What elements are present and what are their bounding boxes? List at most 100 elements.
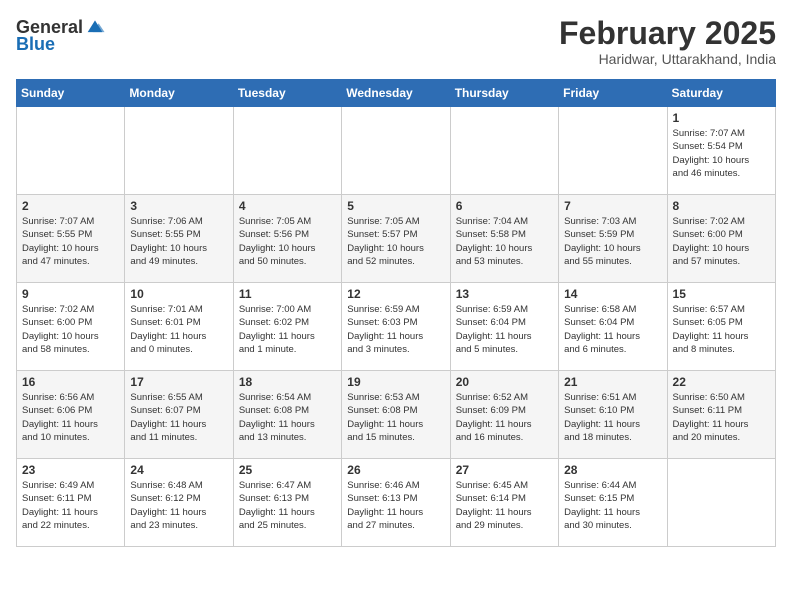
table-row [125,107,233,195]
day-number: 19 [347,375,444,389]
day-number: 4 [239,199,336,213]
table-row [17,107,125,195]
day-number: 22 [673,375,770,389]
table-row: 28 Sunrise: 6:44 AM Sunset: 6:15 PM Dayli… [559,459,667,547]
calendar-body: 1Sunrise: 7:07 AM Sunset: 5:54 PM Daylig… [17,107,776,547]
day-number: 13 [456,287,553,301]
table-row: 17 Sunrise: 6:55 AM Sunset: 6:07 PM Dayli… [125,371,233,459]
month-title: February 2025 [559,16,776,51]
day-info: Sunrise: 7:05 AM Sunset: 5:57 PM Dayligh… [347,215,444,268]
day-info: Sunrise: 6:59 AM Sunset: 6:04 PM Dayligh… [456,303,553,356]
header-wednesday: Wednesday [342,80,450,107]
table-row: 10 Sunrise: 7:01 AM Sunset: 6:01 PM Dayli… [125,283,233,371]
table-row: 21Sunrise: 6:51 AM Sunset: 6:10 PM Dayli… [559,371,667,459]
day-info: Sunrise: 7:02 AM Sunset: 6:00 PM Dayligh… [22,303,119,356]
day-info: Sunrise: 6:56 AM Sunset: 6:06 PM Dayligh… [22,391,119,444]
day-info: Sunrise: 6:58 AM Sunset: 6:04 PM Dayligh… [564,303,661,356]
day-number: 17 [130,375,227,389]
table-row: 27 Sunrise: 6:45 AM Sunset: 6:14 PM Dayli… [450,459,558,547]
day-info: Sunrise: 6:47 AM Sunset: 6:13 PM Dayligh… [239,479,336,532]
table-row [342,107,450,195]
table-row: 24 Sunrise: 6:48 AM Sunset: 6:12 PM Dayli… [125,459,233,547]
page-header: General Blue February 2025 Haridwar, Utt… [16,16,776,67]
day-info: Sunrise: 6:54 AM Sunset: 6:08 PM Dayligh… [239,391,336,444]
day-number: 20 [456,375,553,389]
day-number: 11 [239,287,336,301]
day-info: Sunrise: 7:02 AM Sunset: 6:00 PM Dayligh… [673,215,770,268]
day-number: 14 [564,287,661,301]
header-saturday: Saturday [667,80,775,107]
day-info: Sunrise: 6:59 AM Sunset: 6:03 PM Dayligh… [347,303,444,356]
day-number: 8 [673,199,770,213]
day-number: 9 [22,287,119,301]
day-number: 12 [347,287,444,301]
table-row: 5 Sunrise: 7:05 AM Sunset: 5:57 PM Daylig… [342,195,450,283]
table-row: 25 Sunrise: 6:47 AM Sunset: 6:13 PM Dayli… [233,459,341,547]
table-row: 22 Sunrise: 6:50 AM Sunset: 6:11 PM Dayli… [667,371,775,459]
day-info: Sunrise: 6:44 AM Sunset: 6:15 PM Dayligh… [564,479,661,532]
table-row [667,459,775,547]
table-row: 9 Sunrise: 7:02 AM Sunset: 6:00 PM Daylig… [17,283,125,371]
day-number: 2 [22,199,119,213]
table-row: 14 Sunrise: 6:58 AM Sunset: 6:04 PM Dayli… [559,283,667,371]
day-number: 6 [456,199,553,213]
day-info: Sunrise: 7:03 AM Sunset: 5:59 PM Dayligh… [564,215,661,268]
logo: General Blue [16,16,106,55]
day-number: 10 [130,287,227,301]
day-number: 16 [22,375,119,389]
day-number: 7 [564,199,661,213]
table-row: 6 Sunrise: 7:04 AM Sunset: 5:58 PM Daylig… [450,195,558,283]
logo-icon [84,16,106,38]
table-row: 3 Sunrise: 7:06 AM Sunset: 5:55 PM Daylig… [125,195,233,283]
day-number: 24 [130,463,227,477]
day-info: Sunrise: 7:06 AM Sunset: 5:55 PM Dayligh… [130,215,227,268]
day-info: Sunrise: 6:45 AM Sunset: 6:14 PM Dayligh… [456,479,553,532]
table-row: 26 Sunrise: 6:46 AM Sunset: 6:13 PM Dayli… [342,459,450,547]
day-info: Sunrise: 7:04 AM Sunset: 5:58 PM Dayligh… [456,215,553,268]
day-number: 27 [456,463,553,477]
table-row: 18Sunrise: 6:54 AM Sunset: 6:08 PM Dayli… [233,371,341,459]
day-number: 23 [22,463,119,477]
day-info: Sunrise: 6:49 AM Sunset: 6:11 PM Dayligh… [22,479,119,532]
header-sunday: Sunday [17,80,125,107]
table-row: 11 Sunrise: 7:00 AM Sunset: 6:02 PM Dayli… [233,283,341,371]
day-info: Sunrise: 7:01 AM Sunset: 6:01 PM Dayligh… [130,303,227,356]
table-row: 4Sunrise: 7:05 AM Sunset: 5:56 PM Daylig… [233,195,341,283]
header-monday: Monday [125,80,233,107]
table-row: 2 Sunrise: 7:07 AM Sunset: 5:55 PM Daylig… [17,195,125,283]
day-number: 1 [673,111,770,125]
table-row: 15 Sunrise: 6:57 AM Sunset: 6:05 PM Dayli… [667,283,775,371]
day-info: Sunrise: 7:07 AM Sunset: 5:55 PM Dayligh… [22,215,119,268]
day-info: Sunrise: 6:57 AM Sunset: 6:05 PM Dayligh… [673,303,770,356]
title-block: February 2025 Haridwar, Uttarakhand, Ind… [559,16,776,67]
day-number: 5 [347,199,444,213]
calendar-header: Sunday Monday Tuesday Wednesday Thursday… [17,80,776,107]
day-info: Sunrise: 7:00 AM Sunset: 6:02 PM Dayligh… [239,303,336,356]
table-row: 19 Sunrise: 6:53 AM Sunset: 6:08 PM Dayli… [342,371,450,459]
day-info: Sunrise: 6:53 AM Sunset: 6:08 PM Dayligh… [347,391,444,444]
table-row [233,107,341,195]
day-info: Sunrise: 6:50 AM Sunset: 6:11 PM Dayligh… [673,391,770,444]
day-number: 28 [564,463,661,477]
logo-blue: Blue [16,34,55,55]
day-number: 26 [347,463,444,477]
table-row: 12 Sunrise: 6:59 AM Sunset: 6:03 PM Dayli… [342,283,450,371]
header-tuesday: Tuesday [233,80,341,107]
table-row [450,107,558,195]
table-row: 8 Sunrise: 7:02 AM Sunset: 6:00 PM Daylig… [667,195,775,283]
table-row [559,107,667,195]
table-row: 13 Sunrise: 6:59 AM Sunset: 6:04 PM Dayli… [450,283,558,371]
day-number: 3 [130,199,227,213]
day-info: Sunrise: 6:46 AM Sunset: 6:13 PM Dayligh… [347,479,444,532]
day-number: 15 [673,287,770,301]
day-info: Sunrise: 6:55 AM Sunset: 6:07 PM Dayligh… [130,391,227,444]
day-number: 25 [239,463,336,477]
table-row: 16 Sunrise: 6:56 AM Sunset: 6:06 PM Dayli… [17,371,125,459]
header-thursday: Thursday [450,80,558,107]
location-title: Haridwar, Uttarakhand, India [559,51,776,67]
table-row: 1Sunrise: 7:07 AM Sunset: 5:54 PM Daylig… [667,107,775,195]
day-info: Sunrise: 6:52 AM Sunset: 6:09 PM Dayligh… [456,391,553,444]
day-info: Sunrise: 6:48 AM Sunset: 6:12 PM Dayligh… [130,479,227,532]
day-info: Sunrise: 6:51 AM Sunset: 6:10 PM Dayligh… [564,391,661,444]
table-row: 20 Sunrise: 6:52 AM Sunset: 6:09 PM Dayli… [450,371,558,459]
